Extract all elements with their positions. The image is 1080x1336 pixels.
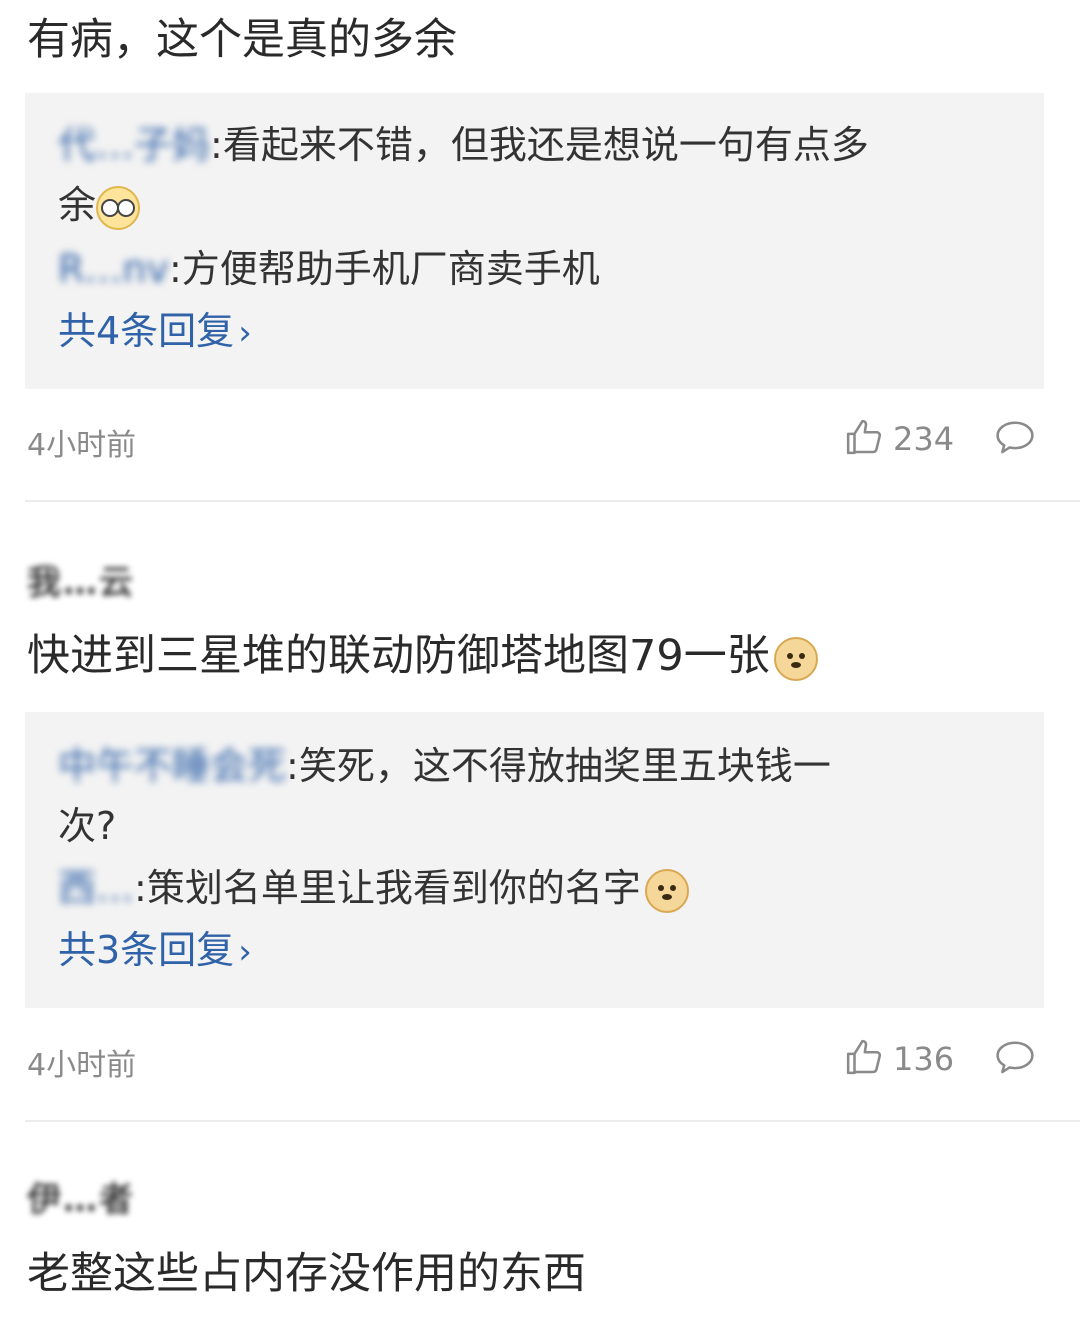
doge-emoji-icon [773,636,818,681]
reply-username[interactable]: 中午不睡会死 [58,744,286,788]
doge-emoji-icon [644,868,689,913]
reply-line: R…nv:方便帮助手机厂商卖手机 [58,245,600,293]
comment-text: 快进到三星堆的联动防御塔地图79一张 [27,630,818,682]
thumbs-up-icon[interactable] [845,1038,883,1076]
more-replies-link[interactable]: 共4条回复 › [58,307,252,357]
reply-text: 策划名单里让我看到你的名字 [146,866,641,910]
reply-line: 西…:策划名单里让我看到你的名字 [58,864,689,913]
reply-box[interactable]: 代…子妈:看起来不错，但我还是想说一句有点多 余 R…nv:方便帮助手机厂商卖手… [25,93,1044,389]
comment-item: 我…云 快进到三星堆的联动防御塔地图79一张 中午不睡会死:笑死，这不得放抽奖里… [0,500,1080,1120]
more-replies-link[interactable]: 共3条回复 › [58,926,252,976]
like-count: 136 [893,1040,955,1078]
reply-box[interactable]: 中午不睡会死:笑死，这不得放抽奖里五块钱一 次? 西…:策划名单里让我看到你的名… [25,712,1044,1008]
like-count: 234 [893,420,955,458]
reply-line-cont: 余 [58,181,141,230]
reply-text: 方便帮助手机厂商卖手机 [181,247,600,291]
chevron-right-icon: › [238,313,252,353]
reply-username-text: 中午不睡会死 [58,744,287,788]
comment-text: 有病，这个是真的多余 [27,15,457,65]
thumbs-up-icon[interactable] [845,418,883,456]
glasses-emoji-icon [96,185,141,230]
comment-time: 4小时前 [27,1048,137,1083]
more-replies-label: 共3条回复 [58,928,235,972]
reply-text-cont: 次? [58,804,117,848]
comment-username[interactable]: 伊…者 [27,1172,135,1220]
reply-text: 笑死，这不得放抽奖里五块钱一 [298,744,831,788]
reply-text: 看起来不错，但我还是想说一句有点多 [222,123,869,167]
chevron-right-icon: › [238,932,252,972]
comment-time: 4小时前 [27,428,137,463]
reply-line: 代…子妈:看起来不错，但我还是想说一句有点多 [58,121,869,169]
comment-username[interactable]: 我…云 [27,555,135,603]
comment-text-body: 快进到三星堆的联动防御塔地图79一张 [27,631,770,681]
comment-text: 老整这些占内存没作用的东西 [27,1249,586,1299]
comment-bubble-icon[interactable] [994,418,1036,456]
comment-bubble-icon[interactable] [994,1038,1036,1076]
comment-item: 伊…者 老整这些占内存没作用的东西 [0,1120,1080,1336]
reply-line-cont: 次? [58,802,116,850]
more-replies-label: 共4条回复 [58,309,235,353]
comment-item: 有病，这个是真的多余 代…子妈:看起来不错，但我还是想说一句有点多 余 R…nv… [0,0,1080,500]
reply-line: 中午不睡会死:笑死，这不得放抽奖里五块钱一 [58,744,831,788]
reply-username[interactable]: 代…子妈 [58,121,210,169]
reply-username[interactable]: R…nv [58,245,169,293]
reply-text-cont: 余 [58,183,97,227]
reply-username[interactable]: 西… [58,864,134,912]
